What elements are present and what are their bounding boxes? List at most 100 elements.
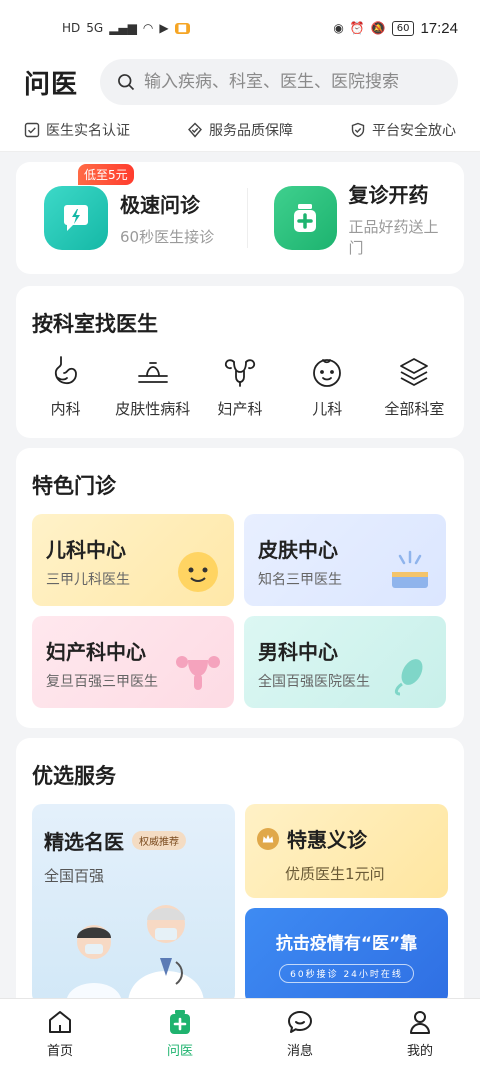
tab-label: 首页: [46, 1043, 73, 1059]
fast-consult-button[interactable]: 低至5元 极速问诊 60秒医生接诊: [44, 164, 223, 250]
divider: [246, 188, 248, 248]
preferred-services-grid: 精选名医 权威推荐 全国百强 特惠义诊 优质医生1元问 抗击疫情有“医”靠 60…: [16, 790, 464, 1004]
dept-pediatrics[interactable]: 儿科: [284, 354, 371, 419]
tab-messages[interactable]: 消息: [240, 999, 360, 1067]
medical-kit-icon: [170, 1009, 190, 1034]
search-icon: [118, 74, 135, 91]
dept-internal-medicine[interactable]: 内科: [22, 354, 109, 419]
mute-icon: 🔕: [370, 21, 386, 35]
authority-badge: 权威推荐: [132, 831, 186, 850]
revisit-subtitle: 正品好药送上门: [348, 217, 439, 257]
preferred-services-card: 优选服务 精选名医 权威推荐 全国百强 特惠义诊 优质医生1元问 抗击疫情有“医…: [16, 738, 464, 1038]
assurance-label: 服务品质保障: [209, 122, 293, 139]
promo-badge: 低至5元: [78, 164, 134, 185]
famous-doctors-card[interactable]: 精选名医 权威推荐 全国百强: [32, 804, 236, 1004]
special-clinics-grid: 儿科中心 三甲儿科医生 皮肤中心 知名三甲医生 妇产科中心 复旦百强三甲医生 男…: [16, 500, 464, 708]
dept-obstetrics[interactable]: 妇产科: [196, 354, 283, 419]
departments-title: 按科室找医生: [32, 312, 158, 336]
layers-icon: [400, 358, 429, 386]
bottom-tab-bar: 首页 问医 消息 我的: [0, 998, 480, 1067]
dept-label: 儿科: [312, 400, 343, 418]
status-bar: HD 5G ▂▄▆ ◠ ▶ ■ ◉ ⏰ 🔕 60 17:24: [0, 0, 480, 56]
search-input[interactable]: [144, 72, 442, 92]
epidemic-banner[interactable]: 抗击疫情有“医”靠 60秒接诊 24小时在线: [245, 908, 448, 1004]
famous-doctors-title-row: 精选名医 权威推荐: [44, 826, 235, 855]
signal-icon: ▂▄▆: [109, 21, 137, 35]
message-icon: [288, 1010, 312, 1033]
epidemic-banner-title: 抗击疫情有“医”靠: [275, 934, 418, 954]
skin-icon: [137, 362, 168, 383]
app-notification-icon: ▶: [159, 21, 169, 35]
assurance-label: 平台安全放心: [372, 122, 456, 139]
doctors-illustration: [66, 905, 204, 1004]
stomach-icon: [54, 356, 77, 385]
baby-face-icon: [313, 359, 342, 387]
diamond-check-icon: [188, 122, 202, 138]
preferred-services-title: 优选服务: [32, 764, 116, 788]
male-organ-icon: [394, 659, 423, 696]
epidemic-banner-pill: 60秒接诊 24小时在线: [279, 964, 414, 983]
dermatology-center-card[interactable]: 皮肤中心 知名三甲医生: [244, 514, 446, 606]
status-left: HD 5G ▂▄▆ ◠ ▶ ■: [62, 21, 191, 35]
wifi-icon: ◠: [142, 21, 154, 35]
header: 问医: [0, 56, 480, 108]
tab-label: 问医: [166, 1043, 193, 1059]
tab-ask-doctor[interactable]: 问医: [120, 999, 240, 1067]
special-clinics-title: 特色门诊: [32, 474, 116, 498]
tab-label: 我的: [406, 1043, 433, 1059]
shield-check-icon: [351, 122, 365, 137]
obstetrics-center-card[interactable]: 妇产科中心 复旦百强三甲医生: [32, 616, 234, 708]
pediatric-center-card[interactable]: 儿科中心 三甲儿科医生: [32, 514, 234, 606]
clock: 17:24: [420, 19, 458, 37]
baby-face-icon: [178, 552, 218, 592]
dept-dermatology[interactable]: 皮肤性病科: [109, 354, 196, 419]
battery-icon: 60: [391, 20, 415, 36]
andrology-center-card[interactable]: 男科中心 全国百强医院医生: [244, 616, 446, 708]
skin-lamp-icon: [392, 550, 428, 588]
home-icon: [49, 1010, 71, 1033]
assurance-real-name: 医生实名认证: [24, 120, 130, 140]
quick-services-card: 低至5元 极速问诊 60秒医生接诊 复诊开药 正品好药送上门: [16, 162, 464, 274]
assurance-label: 医生实名认证: [46, 122, 130, 139]
revisit-prescription-button[interactable]: 复诊开药 正品好药送上门: [273, 179, 453, 258]
assurance-safety: 平台安全放心: [350, 120, 456, 140]
discount-clinic-card[interactable]: 特惠义诊 优质医生1元问: [245, 804, 448, 898]
status-right: ◉ ⏰ 🔕 60 17:24: [333, 20, 458, 37]
uterus-icon: [224, 359, 256, 387]
famous-doctors-title: 精选名医: [44, 830, 124, 854]
dept-label: 妇产科: [217, 400, 263, 418]
uterus-icon: [176, 656, 220, 690]
departments-row: 内科 皮肤性病科 妇产科 儿科 全部科室: [16, 338, 464, 419]
special-clinics-card: 特色门诊 儿科中心 三甲儿科医生 皮肤中心 知名三甲医生 妇产科中心 复旦百强三…: [16, 448, 464, 728]
app-badge-icon: ■: [174, 22, 191, 34]
fast-consult-title: 极速问诊: [120, 193, 200, 217]
page-title: 问医: [24, 69, 79, 100]
fast-consult-subtitle: 60秒医生接诊: [120, 228, 215, 246]
discount-title-row: 特惠义诊: [257, 824, 448, 853]
alarm-icon: ⏰: [349, 21, 365, 35]
network-indicator: 5G: [86, 21, 104, 35]
tab-me[interactable]: 我的: [360, 999, 480, 1067]
eye-icon: ◉: [333, 21, 344, 35]
crown-icon: [257, 827, 280, 850]
departments-card: 按科室找医生 内科 皮肤性病科 妇产科 儿科 全部科室: [16, 286, 464, 438]
famous-doctors-subtitle: 全国百强: [44, 867, 105, 885]
revisit-title: 复诊开药: [348, 182, 429, 207]
check-square-icon: [24, 122, 40, 137]
dept-label: 内科: [50, 400, 81, 418]
person-icon: [410, 1010, 430, 1034]
discount-title: 特惠义诊: [287, 828, 368, 852]
tab-home[interactable]: 首页: [0, 999, 120, 1067]
assurance-quality: 服务品质保障: [187, 120, 293, 140]
hd-indicator: HD: [62, 21, 81, 35]
dept-all[interactable]: 全部科室: [371, 354, 458, 419]
assurance-bar: 医生实名认证 服务品质保障 平台安全放心: [0, 108, 480, 152]
preferred-right-column: 特惠义诊 优质医生1元问 抗击疫情有“医”靠 60秒接诊 24小时在线: [245, 804, 448, 1004]
tab-label: 消息: [286, 1043, 313, 1059]
medicine-bottle-icon: [273, 186, 337, 250]
search-bar[interactable]: [100, 59, 458, 105]
dept-label: 皮肤性病科: [115, 400, 191, 418]
dept-label: 全部科室: [384, 400, 445, 418]
discount-subtitle: 优质医生1元问: [285, 865, 385, 883]
chat-lightning-icon: [44, 186, 108, 250]
